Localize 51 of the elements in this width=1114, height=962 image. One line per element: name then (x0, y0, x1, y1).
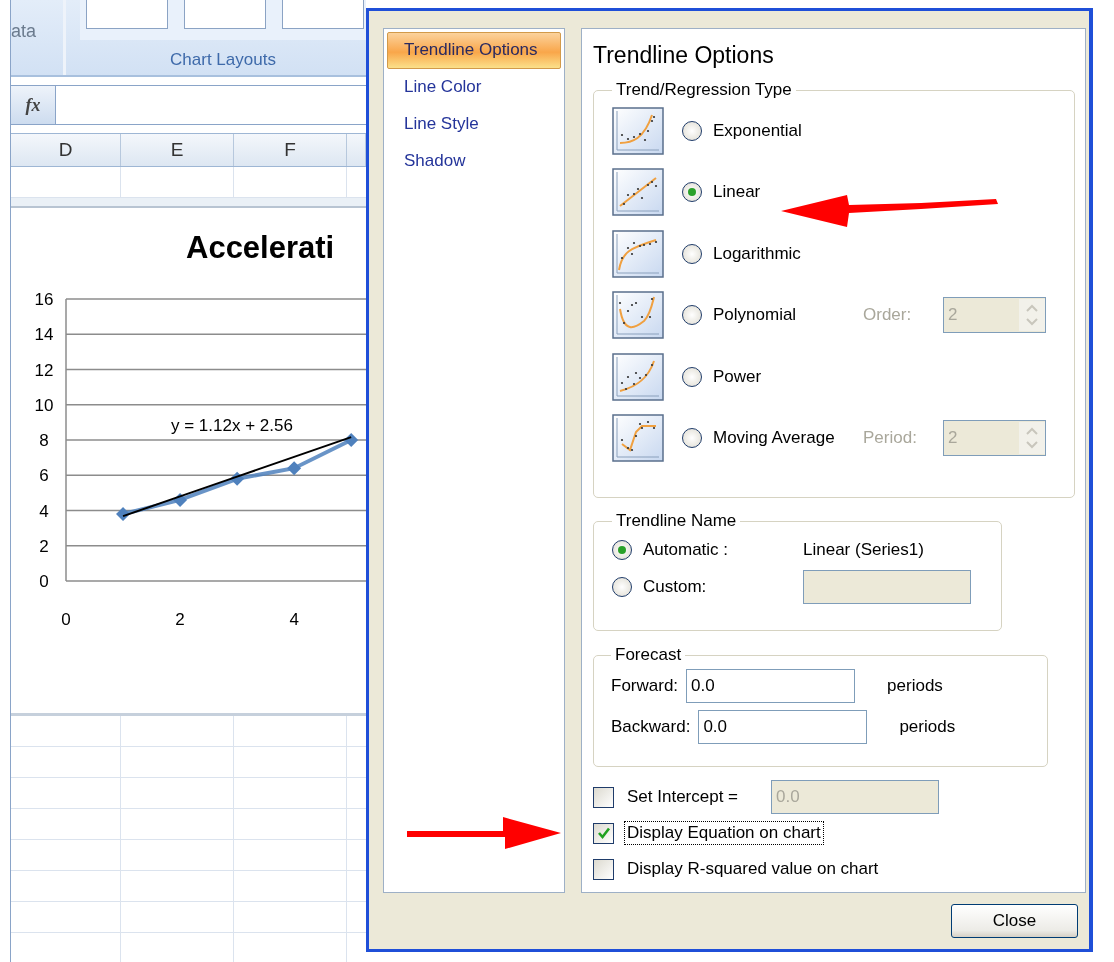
point (287, 461, 302, 476)
trendline-equation: y = 1.12x + 2.56 (171, 416, 293, 435)
axis-tick-label: 8 (39, 431, 49, 450)
checkbox-label: Display R-squared value on chart (626, 858, 880, 880)
option-label: Custom: (643, 576, 707, 597)
function-button[interactable]: fx (11, 86, 56, 124)
chart-title: Accelerati (186, 230, 335, 265)
group-title: Trendline Name (615, 511, 738, 531)
axis-tick-label: 2 (39, 536, 49, 556)
option-label: Moving Average (713, 428, 836, 449)
nav-item[interactable]: Trendline Options (387, 32, 561, 69)
nav-item[interactable]: Line Style (387, 106, 561, 143)
group-title: Forecast (614, 645, 683, 665)
column-header[interactable]: E (121, 134, 234, 166)
ribbon-label: ata (11, 0, 66, 75)
checkbox-label: Display Equation on chart (624, 821, 824, 845)
checkbox-label: Set Intercept = (626, 786, 740, 808)
option-label: Power (713, 366, 763, 387)
column-header[interactable]: F (234, 134, 347, 166)
option-label: Logarithmic (713, 243, 802, 264)
field-label: Period: (863, 428, 918, 449)
formula-bar[interactable]: fx (11, 85, 366, 125)
unit-label: periods (887, 675, 943, 696)
axis-tick-label: 12 (34, 360, 54, 380)
close-button[interactable]: Close (951, 904, 1078, 938)
unit-label: periods (899, 716, 956, 737)
axis-tick-label: 4 (39, 501, 49, 521)
nav-item[interactable]: Line Color (387, 69, 561, 106)
panel-heading: Trendline Options (593, 41, 775, 70)
axis-tick-label: 6 (39, 466, 49, 486)
option-label: Polynomial (713, 305, 798, 326)
axis-tick-label: 10 (34, 395, 54, 415)
input-field[interactable]: 0.0 (698, 709, 868, 744)
option-label: Exponential (713, 120, 803, 141)
input-field[interactable]: 0.0 (686, 668, 856, 703)
ribbon-group-label: Chart Layouts (169, 49, 277, 70)
column-header[interactable]: D (11, 134, 121, 166)
field-label: Order: (863, 305, 913, 326)
axis-tick-label: 14 (34, 325, 54, 345)
axis-tick-label: 2 (175, 610, 185, 629)
axis-tick-label: 0 (61, 610, 71, 629)
axis-tick-label: 4 (289, 610, 299, 629)
group-title: Trend/Regression Type (615, 80, 793, 100)
option-label: Automatic : (643, 539, 729, 560)
axis-tick-label: 16 (34, 290, 54, 309)
field-label: Forward: (611, 675, 679, 696)
field-label: Backward: (611, 716, 691, 737)
trendline-name-text: Linear (Series1) (803, 539, 924, 560)
nav-item[interactable]: Shadow (387, 143, 561, 180)
option-label: Linear (713, 182, 762, 203)
axis-tick-label: 0 (39, 572, 49, 591)
